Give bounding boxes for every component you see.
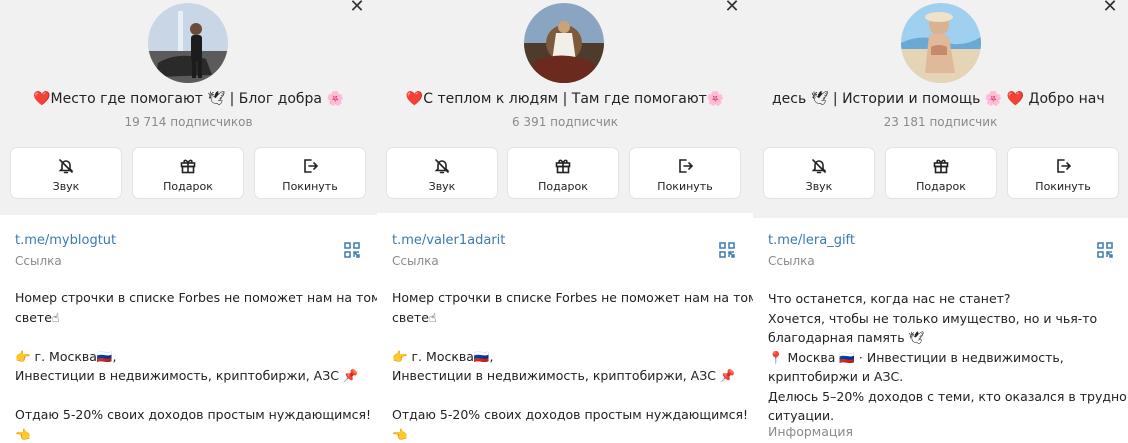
avatar[interactable] [524,3,604,83]
mute-button[interactable]: Звук [386,147,498,199]
mute-label: Звук [52,180,80,193]
leave-label: Покинуть [1035,180,1091,193]
gift-button[interactable]: Подарок [507,147,619,199]
logout-icon [255,157,365,175]
description-line: Делюсь 5–20% доходов с теми, кто оказалс… [768,388,1128,404]
mute-label: Звук [428,180,456,193]
logout-icon [630,157,740,175]
channel-link[interactable]: t.me/lera_gift [768,233,855,248]
link-caption: Ссылка [392,254,439,268]
description-line: благодарная память 🕊 [768,330,925,345]
channel-description: Что останется, когда нас не станет? Хоче… [768,289,1128,426]
description-line: свете☝ [15,309,60,325]
gift-button[interactable]: Подарок [132,147,244,199]
leave-button[interactable]: Покинуть [1007,147,1119,199]
channel-title: ❤️С теплом к людям | Там где помогают🌸 [405,91,725,107]
gift-icon [508,157,618,175]
gift-button[interactable]: Подарок [885,147,997,199]
description-line: Номер строчки в списке Forbes не поможет… [15,290,377,305]
description-line: Инвестиции в недвижимость, криптобиржи, … [392,368,736,383]
bell-off-icon [764,157,874,175]
subscriber-count: 6 391 подписчик [511,115,619,129]
channel-description: Номер строчки в списке Forbes не поможет… [392,288,753,443]
gift-icon [133,157,243,175]
description-line: 👈 [15,426,31,442]
leave-button[interactable]: Покинуть [254,147,366,199]
gift-label: Подарок [538,180,588,193]
mute-label: Звук [805,180,833,193]
channel-description: Номер строчки в списке Forbes не поможет… [15,288,377,443]
avatar[interactable] [148,3,228,83]
description-line: 👈 [392,426,408,442]
channel-profile-panel: ✕ ❤️Место где помогают 🕊 | Блог добра 🌸 … [0,0,377,443]
description-line: ситуации. [768,408,835,423]
channel-title: десь 🕊 | Истории и помощь 🌸 ❤️ Добро нач [772,91,1105,107]
bell-off-icon [11,157,121,175]
link-caption: Ссылка [15,254,62,268]
avatar[interactable] [901,3,981,83]
logout-icon [1008,157,1118,175]
channel-link[interactable]: t.me/valer1adarit [392,233,505,248]
channel-link[interactable]: t.me/myblogtut [15,233,116,248]
leave-label: Покинуть [282,180,338,193]
mute-button[interactable]: Звук [10,147,122,199]
channel-profile-panel: ✕ десь 🕊 | Истории и помощь 🌸 ❤️ Добро н… [753,0,1128,443]
subscriber-count: 23 181 подписчик [883,115,998,129]
qr-code-icon[interactable] [343,241,361,259]
description-line: 👉 г. Москва🇷🇺, [15,348,117,364]
gift-label: Подарок [916,180,966,193]
leave-label: Покинуть [657,180,713,193]
description-line: Отдаю 5-20% своих доходов простым нуждаю… [15,407,372,422]
bell-off-icon [387,157,497,175]
qr-code-icon[interactable] [718,241,736,259]
channel-title: ❤️Место где помогают 🕊 | Блог добра 🌸 [33,91,344,107]
close-icon[interactable]: ✕ [722,0,742,17]
close-icon[interactable]: ✕ [347,0,367,17]
gift-label: Подарок [163,180,213,193]
description-line: свете☝ [392,309,437,325]
description-line: Отдаю 5-20% своих доходов простым нуждаю… [392,407,749,422]
subscriber-count: 19 714 подписчиков [124,115,253,129]
leave-button[interactable]: Покинуть [629,147,741,199]
close-icon[interactable]: ✕ [1100,0,1120,17]
gift-icon [886,157,996,175]
description-line: Что останется, когда нас не станет? [768,291,1011,306]
link-caption: Ссылка [768,254,815,268]
description-line: 📍 Москва 🇷🇺 · Инвестиции в недвижимость, [768,349,1064,365]
qr-code-icon[interactable] [1096,241,1114,259]
channel-profile-panel: ✕ ❤️С теплом к людям | Там где помогают🌸… [377,0,753,443]
description-line: Номер строчки в списке Forbes не поможет… [392,290,753,305]
description-line: Хочется, чтобы не только имущество, но и… [768,310,1098,326]
description-line: 👉 г. Москва🇷🇺, [392,348,494,364]
info-caption: Информация [768,424,854,439]
mute-button[interactable]: Звук [763,147,875,199]
description-line: криптобиржи и АЗС. [768,369,904,384]
description-line: Инвестиции в недвижимость, криптобиржи, … [15,368,359,383]
